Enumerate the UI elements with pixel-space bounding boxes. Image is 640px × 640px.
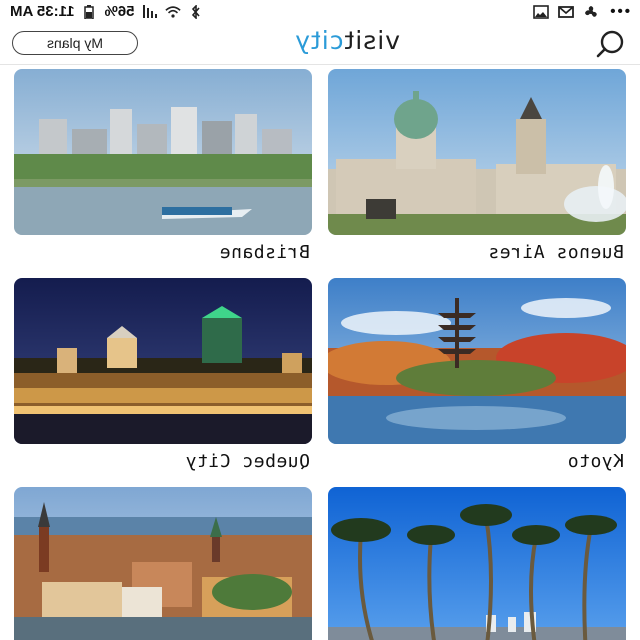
city-photo-stockholm[interactable] [14,487,312,640]
city-photo-brisbane[interactable] [14,69,312,235]
city-name-brisbane[interactable]: Brisbane [14,235,312,271]
visitcity-logo: visitcity [294,26,400,55]
signal-icon [142,4,157,18]
status-bar-left: ••• [533,3,630,20]
city-card-stockholm[interactable] [14,487,312,640]
logo-text-left: visit [343,26,400,55]
city-card-brisbane[interactable]: Brisbane [14,69,312,271]
city-card-buenos-aires[interactable]: Buenos Aires [328,69,626,271]
status-bar: ••• 56% 11:35 AM [0,0,640,22]
app-screen: ••• 56% 11:35 AM visitcity My plans Buen… [0,0,640,640]
app-header: visitcity My plans [0,24,640,64]
logo-text-right: city [294,26,344,55]
city-photo-los-angeles[interactable] [328,487,626,640]
city-name-quebec-city[interactable]: Quebec City [14,444,312,480]
status-time: 11:35 AM [10,3,75,20]
city-photo-kyoto[interactable] [328,278,626,444]
image-icon [533,4,550,19]
city-name-kyoto[interactable]: Kyoto [328,444,626,480]
search-icon[interactable] [594,29,628,59]
status-bar-right: 56% 11:35 AM [10,3,204,20]
battery-percent: 56% [104,3,135,20]
city-card-los-angeles[interactable] [328,487,626,640]
city-name-buenos-aires[interactable]: Buenos Aires [328,235,626,271]
battery-icon [84,4,95,19]
my-plans-button[interactable]: My plans [12,31,138,55]
more-dots-icon: ••• [608,3,630,20]
gmail-icon [558,5,575,18]
city-photo-quebec-city[interactable] [14,278,312,444]
city-card-quebec-city[interactable]: Quebec City [14,278,312,480]
city-card-kyoto[interactable]: Kyoto [328,278,626,480]
city-photo-buenos-aires[interactable] [328,69,626,235]
fan-icon [585,5,598,17]
header-divider [0,64,640,65]
wifi-icon [164,5,181,18]
bluetooth-icon [191,4,200,19]
